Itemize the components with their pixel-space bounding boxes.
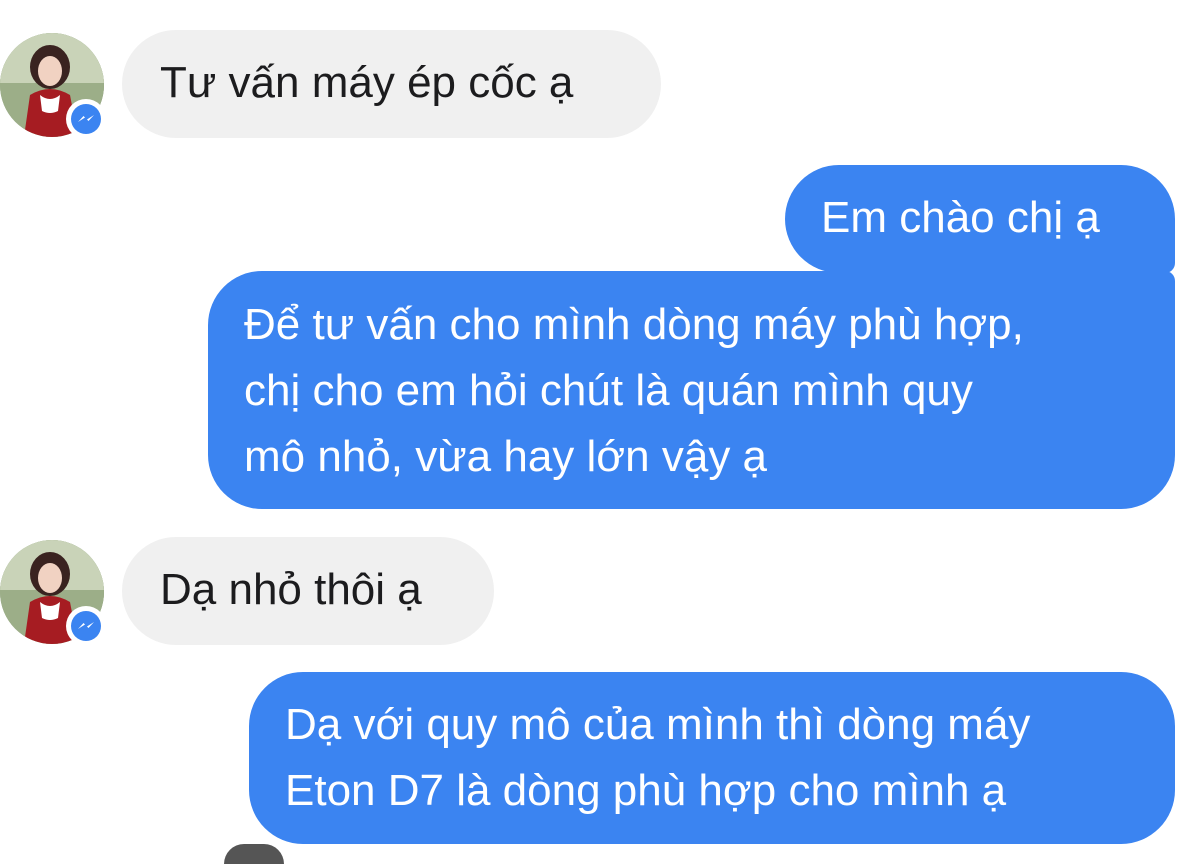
messenger-icon xyxy=(66,606,106,646)
incoming-message[interactable]: Tư vấn máy ép cốc ạ xyxy=(122,30,661,138)
message-line: mô nhỏ, vừa hay lớn vậy ạ xyxy=(244,432,768,481)
next-avatar-partial xyxy=(224,844,284,864)
contact-avatar[interactable] xyxy=(0,33,106,139)
message-text: Em chào chị ạ xyxy=(821,193,1100,242)
outgoing-message[interactable]: Để tư vấn cho mình dòng máy phù hợp, chị… xyxy=(208,271,1175,509)
message-line: Eton D7 là dòng phù hợp cho mình ạ xyxy=(285,766,1007,815)
message-line: Dạ với quy mô của mình thì dòng máy xyxy=(285,700,1031,749)
messenger-icon xyxy=(66,99,106,139)
message-text: Dạ nhỏ thôi ạ xyxy=(160,565,422,614)
message-text: Tư vấn máy ép cốc ạ xyxy=(160,58,574,107)
message-line: chị cho em hỏi chút là quán mình quy xyxy=(244,366,973,415)
message-line: Để tư vấn cho mình dòng máy phù hợp, xyxy=(244,300,1024,349)
contact-avatar[interactable] xyxy=(0,540,106,646)
incoming-message[interactable]: Dạ nhỏ thôi ạ xyxy=(122,537,494,645)
outgoing-message[interactable]: Dạ với quy mô của mình thì dòng máy Eton… xyxy=(249,672,1175,844)
outgoing-message[interactable]: Em chào chị ạ xyxy=(785,165,1175,273)
